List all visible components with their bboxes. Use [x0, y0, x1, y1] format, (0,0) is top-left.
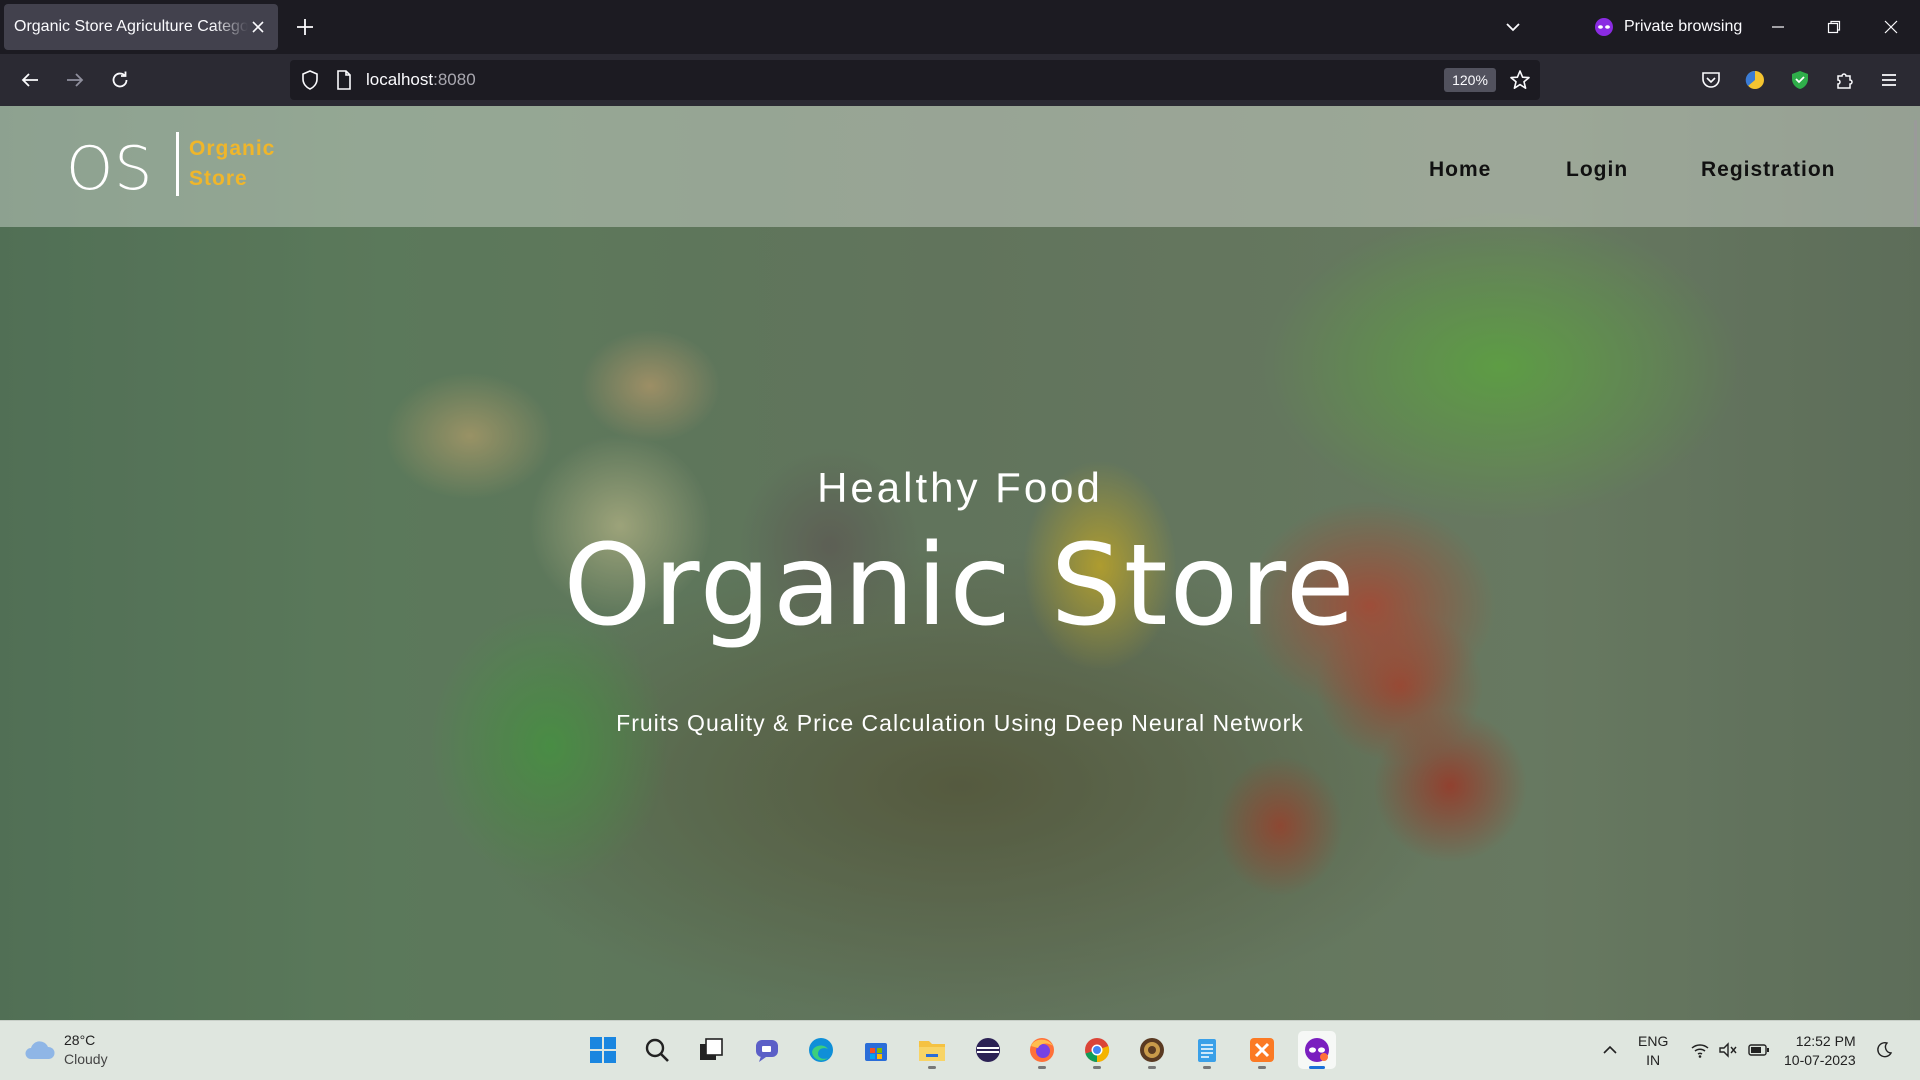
- restore-icon[interactable]: [1820, 13, 1848, 41]
- close-tab-icon[interactable]: [248, 17, 268, 37]
- nav-home-link[interactable]: Home: [1429, 158, 1491, 182]
- url-bar[interactable]: localhost:8080 120%: [290, 60, 1540, 100]
- weather-widget[interactable]: 28°C Cloudy: [22, 1031, 108, 1069]
- chrome-icon[interactable]: [1078, 1031, 1116, 1069]
- task-view-icon[interactable]: [692, 1031, 730, 1069]
- logo-divider: [176, 132, 179, 196]
- store-icon[interactable]: [857, 1031, 895, 1069]
- xampp-icon[interactable]: [1243, 1031, 1281, 1069]
- private-browsing-indicator: Private browsing: [1594, 14, 1742, 40]
- page-scrollbar[interactable]: [1914, 120, 1917, 226]
- page-viewport: OS Organic Store Home Login Registration…: [0, 106, 1920, 1020]
- logo-name-line1: Organic: [189, 137, 276, 160]
- show-hidden-icons-icon[interactable]: [1598, 1031, 1622, 1069]
- cloud-icon: [25, 1041, 55, 1059]
- nav-registration-link[interactable]: Registration: [1701, 158, 1836, 182]
- logo-name[interactable]: Organic Store: [189, 134, 299, 194]
- browser-tab-strip: Organic Store Agriculture Category Priva…: [0, 0, 1920, 54]
- page-info-icon[interactable]: [334, 69, 354, 96]
- clock-time: 12:52 PM: [1795, 1033, 1856, 1049]
- close-window-icon[interactable]: [1877, 13, 1905, 41]
- language-indicator[interactable]: ENG IN: [1638, 1032, 1668, 1070]
- running-indicator: [1093, 1066, 1101, 1069]
- active-indicator: [1309, 1066, 1325, 1069]
- url-host: localhost: [366, 70, 434, 89]
- running-indicator: [1038, 1066, 1046, 1069]
- start-icon[interactable]: [584, 1031, 622, 1069]
- site-header: OS Organic Store Home Login Registration: [0, 106, 1920, 227]
- weather-temp: 28°C: [64, 1032, 96, 1048]
- app-icon[interactable]: [1133, 1031, 1171, 1069]
- wifi-icon[interactable]: [1688, 1031, 1712, 1069]
- pocket-icon[interactable]: [1698, 67, 1724, 93]
- focus-assist-moon-icon[interactable]: [1872, 1031, 1896, 1069]
- hero-title: Organic Store: [563, 521, 1357, 651]
- clock-date: 10-07-2023: [1784, 1052, 1856, 1068]
- lang-line2: IN: [1646, 1052, 1661, 1068]
- system-clock[interactable]: 12:52 PM 10-07-2023: [1784, 1032, 1856, 1070]
- new-tab-icon[interactable]: [293, 15, 317, 39]
- zoom-level-button[interactable]: 120%: [1444, 68, 1496, 92]
- tab-title: Organic Store Agriculture Category: [14, 18, 248, 35]
- browser-tab-active[interactable]: Organic Store Agriculture Category: [4, 4, 278, 50]
- url-text[interactable]: localhost:8080: [366, 70, 476, 90]
- eclipse-icon[interactable]: [969, 1031, 1007, 1069]
- private-mask-icon: [1595, 18, 1613, 36]
- teams-chat-icon[interactable]: [748, 1031, 786, 1069]
- bookmark-star-icon[interactable]: [1508, 68, 1532, 97]
- firefox-icon[interactable]: [1023, 1031, 1061, 1069]
- reload-icon[interactable]: [105, 65, 135, 95]
- shield-extension-icon[interactable]: [1787, 67, 1813, 93]
- volume-muted-icon[interactable]: [1716, 1031, 1740, 1069]
- taskbar: 28°C Cloudy ENG IN 12:52 PM 10-07-2023: [0, 1020, 1920, 1080]
- tracking-protection-shield-icon[interactable]: [298, 68, 322, 97]
- extensions-puzzle-icon[interactable]: [1832, 67, 1858, 93]
- running-indicator: [1203, 1066, 1211, 1069]
- file-explorer-icon[interactable]: [913, 1031, 951, 1069]
- url-port: :8080: [433, 70, 476, 89]
- minimize-icon[interactable]: [1764, 13, 1792, 41]
- hero-description: Fruits Quality & Price Calculation Using…: [616, 710, 1304, 736]
- hero-subtitle: Healthy Food: [817, 464, 1103, 511]
- logo-initials[interactable]: OS: [66, 134, 153, 204]
- weather-condition: Cloudy: [64, 1051, 108, 1067]
- browser-toolbar: localhost:8080 120%: [0, 54, 1920, 106]
- menu-hamburger-icon[interactable]: [1876, 67, 1902, 93]
- firefox-private-icon[interactable]: [1298, 1031, 1336, 1069]
- profile-extension-icon[interactable]: [1742, 67, 1768, 93]
- logo-name-line2: Store: [189, 167, 248, 190]
- notepad-icon[interactable]: [1188, 1031, 1226, 1069]
- battery-icon[interactable]: [1746, 1031, 1772, 1069]
- edge-icon[interactable]: [802, 1031, 840, 1069]
- lang-line1: ENG: [1638, 1033, 1669, 1049]
- back-icon[interactable]: [15, 65, 45, 95]
- search-icon[interactable]: [638, 1031, 676, 1069]
- list-all-tabs-icon[interactable]: [1502, 16, 1524, 38]
- running-indicator: [1258, 1066, 1266, 1069]
- running-indicator: [928, 1066, 936, 1069]
- nav-login-link[interactable]: Login: [1566, 158, 1628, 182]
- forward-icon[interactable]: [60, 65, 90, 95]
- private-browsing-label: Private browsing: [1624, 18, 1743, 35]
- running-indicator: [1148, 1066, 1156, 1069]
